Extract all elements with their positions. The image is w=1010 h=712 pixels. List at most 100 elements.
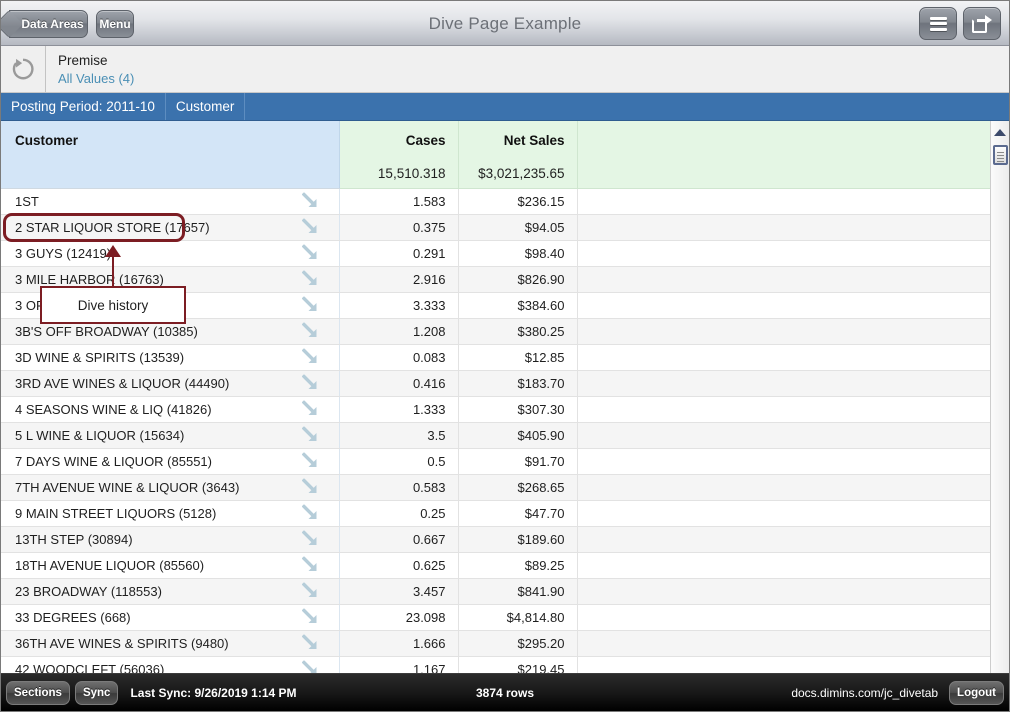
scroll-up-arrow-icon[interactable] [994,129,1006,136]
row-count-text: 3874 rows [475,685,535,700]
column-header-customer[interactable]: Customer [1,121,340,159]
dive-down-right-arrow-icon[interactable] [301,556,319,574]
dive-down-right-arrow-icon[interactable] [301,192,319,210]
refresh-reset-icon [12,58,34,80]
table-row[interactable]: 5 L WINE & LIQUOR (15634) 3.5 $405.90 [1,422,992,449]
table-row[interactable]: 9 MAIN STREET LIQUORS (5128) 0.25 $47.70 [1,500,992,527]
totals-cases: 15,510.318 [339,159,459,189]
cell-net-sales: $295.20 [458,630,578,657]
table-row[interactable]: 36TH AVE WINES & SPIRITS (9480) 1.666 $295… [1,630,992,657]
cell-cases: 0.25 [339,500,459,527]
breadcrumb-item-customer[interactable]: Customer [166,93,246,120]
breadcrumb-item-posting-period[interactable]: Posting Period: 2011-10 [1,93,166,120]
cell-filler [577,214,992,241]
table-row[interactable]: 2 STAR LIQUOR STORE (17657) 0.375 $94.05 [1,214,992,241]
cell-customer[interactable]: 4 SEASONS WINE & LIQ (41826) [1,396,340,423]
column-header-net-sales[interactable]: Net Sales [458,121,578,159]
cell-customer[interactable]: 13TH STEP (30894) [1,526,340,553]
share-export-button[interactable] [963,7,1001,40]
table-row[interactable]: 33 DEGREES (668) 23.098 $4,814.80 [1,604,992,631]
premise-dimension-label: Premise [58,53,108,68]
cell-filler [577,188,992,215]
scroll-thumb-grip[interactable] [993,145,1008,165]
vertical-scrollbar[interactable] [990,121,1009,680]
table-totals-row: 15,510.318 $3,021,235.65 [1,159,992,189]
data-table: Customer Cases Net Sales 15,510.318 $3,0… [1,121,992,680]
table-body: 1ST 1.583 $236.15 2 STAR LIQUOR STORE (1765… [1,188,992,680]
cell-customer[interactable]: 3 GUYS (12419) [1,240,340,267]
dive-down-right-arrow-icon[interactable] [301,296,319,314]
refresh-button[interactable] [1,46,46,92]
dive-down-right-arrow-icon[interactable] [301,634,319,652]
dive-down-right-arrow-icon[interactable] [301,530,319,548]
annotation-label: Dive history [77,297,149,313]
cell-customer[interactable]: 33 DEGREES (668) [1,604,340,631]
dive-down-right-arrow-icon[interactable] [301,244,319,262]
dive-down-right-arrow-icon[interactable] [301,478,319,496]
cell-customer[interactable]: 3RD AVE WINES & LIQUOR (44490) [1,370,340,397]
cell-cases: 23.098 [339,604,459,631]
cell-customer[interactable]: 3D WINE & SPIRITS (13539) [1,344,340,371]
table-row[interactable]: 3RD AVE WINES & LIQUOR (44490) 0.416 $183.… [1,370,992,397]
cell-customer[interactable]: 1ST [1,188,340,215]
column-header-cases[interactable]: Cases [339,121,459,159]
cell-customer[interactable]: 23 BROADWAY (118553) [1,578,340,605]
dive-down-right-arrow-icon[interactable] [301,582,319,600]
cell-net-sales: $384.60 [458,292,578,319]
cell-customer[interactable]: 5 L WINE & LIQUOR (15634) [1,422,340,449]
table-row[interactable]: 7TH AVENUE WINE & LIQUOR (3643) 0.583 $268… [1,474,992,501]
cell-cases: 1.333 [339,396,459,423]
cell-filler [577,552,992,579]
dive-down-right-arrow-icon[interactable] [301,270,319,288]
cell-customer[interactable]: 9 MAIN STREET LIQUORS (5128) [1,500,340,527]
breadcrumb-label: Posting Period: 2011-10 [11,99,155,114]
table-row[interactable]: 7 DAYS WINE & LIQUOR (85551) 0.5 $91.70 [1,448,992,475]
cell-net-sales: $268.65 [458,474,578,501]
dive-down-right-arrow-icon[interactable] [301,426,319,444]
table-row[interactable]: 18TH AVENUE LIQUOR (85560) 0.625 $89.25 [1,552,992,579]
cell-cases: 0.416 [339,370,459,397]
customer-name: 3D WINE & SPIRITS (13539) [15,349,185,365]
table-row[interactable]: 1ST 1.583 $236.15 [1,188,992,215]
cell-customer[interactable]: 18TH AVENUE LIQUOR (85560) [1,552,340,579]
table-row[interactable]: 3 GUYS (12419) 0.291 $98.40 [1,240,992,267]
cell-customer[interactable]: 2 STAR LIQUOR STORE (17657) [1,214,340,241]
cell-filler [577,266,992,293]
application-window: Data Areas Menu Dive Page Example Premis… [0,0,1010,712]
cell-customer[interactable]: 7 DAYS WINE & LIQUOR (85551) [1,448,340,475]
cell-filler [577,370,992,397]
dive-down-right-arrow-icon[interactable] [301,374,319,392]
cell-net-sales: $405.90 [458,422,578,449]
hamburger-menu-icon [929,14,947,33]
premise-selection-link[interactable]: All Values (4) [58,70,134,88]
dive-down-right-arrow-icon[interactable] [301,608,319,626]
dive-down-right-arrow-icon[interactable] [301,504,319,522]
table-row[interactable]: 23 BROADWAY (118553) 3.457 $841.90 [1,578,992,605]
cell-net-sales: $841.90 [458,578,578,605]
cell-filler [577,604,992,631]
table-row[interactable]: 4 SEASONS WINE & LIQ (41826) 1.333 $307.30 [1,396,992,423]
totals-filler [577,159,992,189]
customer-name: 3 GUYS (12419) [15,245,112,261]
cell-filler [577,630,992,657]
hamburger-menu-button[interactable] [919,7,957,40]
dive-down-right-arrow-icon[interactable] [301,452,319,470]
customer-name: 3 MILE HARBOR (16763) [15,271,164,287]
dive-down-right-arrow-icon[interactable] [301,348,319,366]
dive-down-right-arrow-icon[interactable] [301,322,319,340]
cell-filler [577,292,992,319]
cell-net-sales: $98.40 [458,240,578,267]
table-row[interactable]: 13TH STEP (30894) 0.667 $189.60 [1,526,992,553]
annotation-callout: Dive history [40,286,186,324]
breadcrumb-label: Customer [175,99,235,114]
dive-down-right-arrow-icon[interactable] [301,400,319,418]
table-header-row: Customer Cases Net Sales [1,121,992,159]
customer-name: 5 L WINE & LIQUOR (15634) [15,427,185,443]
cell-customer[interactable]: 36TH AVE WINES & SPIRITS (9480) [1,630,340,657]
cell-cases: 0.625 [339,552,459,579]
cell-customer[interactable]: 7TH AVENUE WINE & LIQUOR (3643) [1,474,340,501]
table-row[interactable]: 3D WINE & SPIRITS (13539) 0.083 $12.85 [1,344,992,371]
cell-net-sales: $91.70 [458,448,578,475]
customer-name: 7 DAYS WINE & LIQUOR (85551) [15,453,212,469]
dive-down-right-arrow-icon[interactable] [301,218,319,236]
